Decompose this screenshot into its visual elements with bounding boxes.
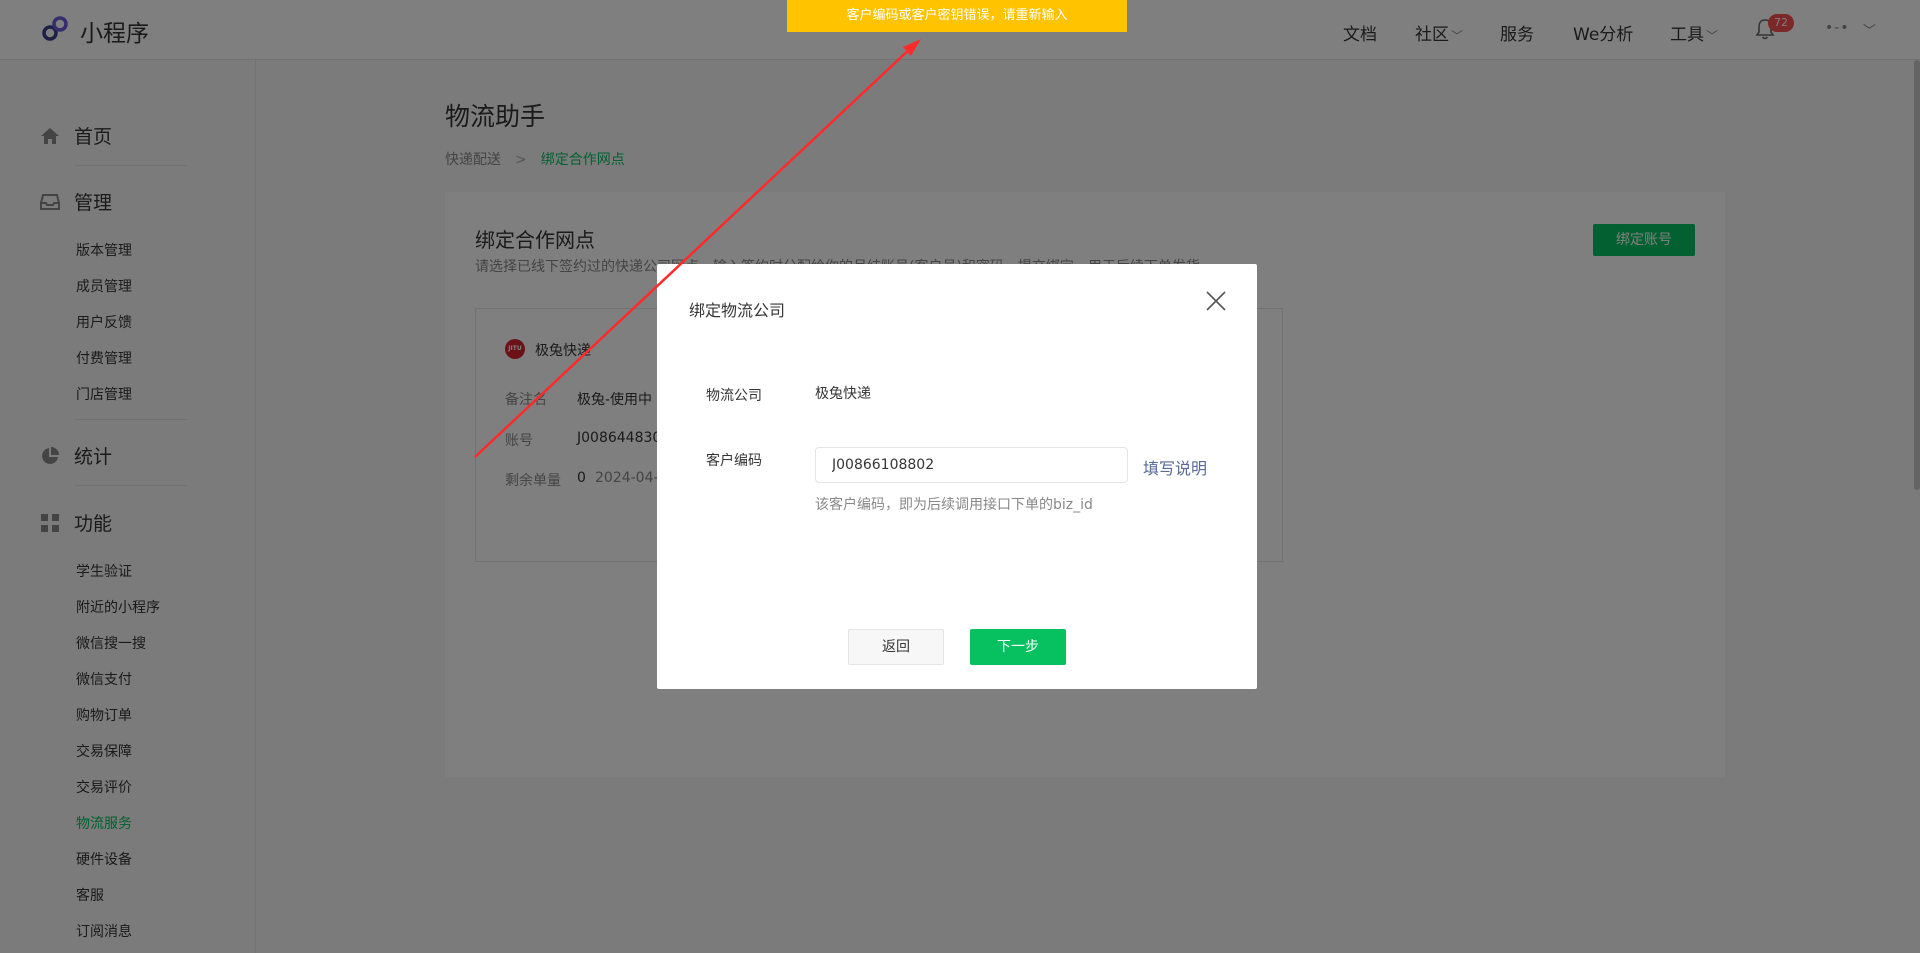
back-button[interactable]: 返回 <box>848 629 944 665</box>
dialog-title: 绑定物流公司 <box>689 301 786 320</box>
error-toast: 客户编码或客户密钥错误，请重新输入 <box>787 0 1127 32</box>
next-step-button[interactable]: 下一步 <box>970 629 1066 665</box>
company-label: 物流公司 <box>706 388 762 404</box>
customer-code-input[interactable] <box>815 447 1128 483</box>
customer-code-label: 客户编码 <box>706 453 762 469</box>
fill-instructions-link[interactable]: 填写说明 <box>1143 455 1207 479</box>
company-value: 极兔快递 <box>815 386 871 402</box>
customer-code-hint: 该客户编码，即为后续调用接口下单的biz_id <box>815 497 1093 513</box>
close-icon[interactable] <box>1204 289 1228 313</box>
